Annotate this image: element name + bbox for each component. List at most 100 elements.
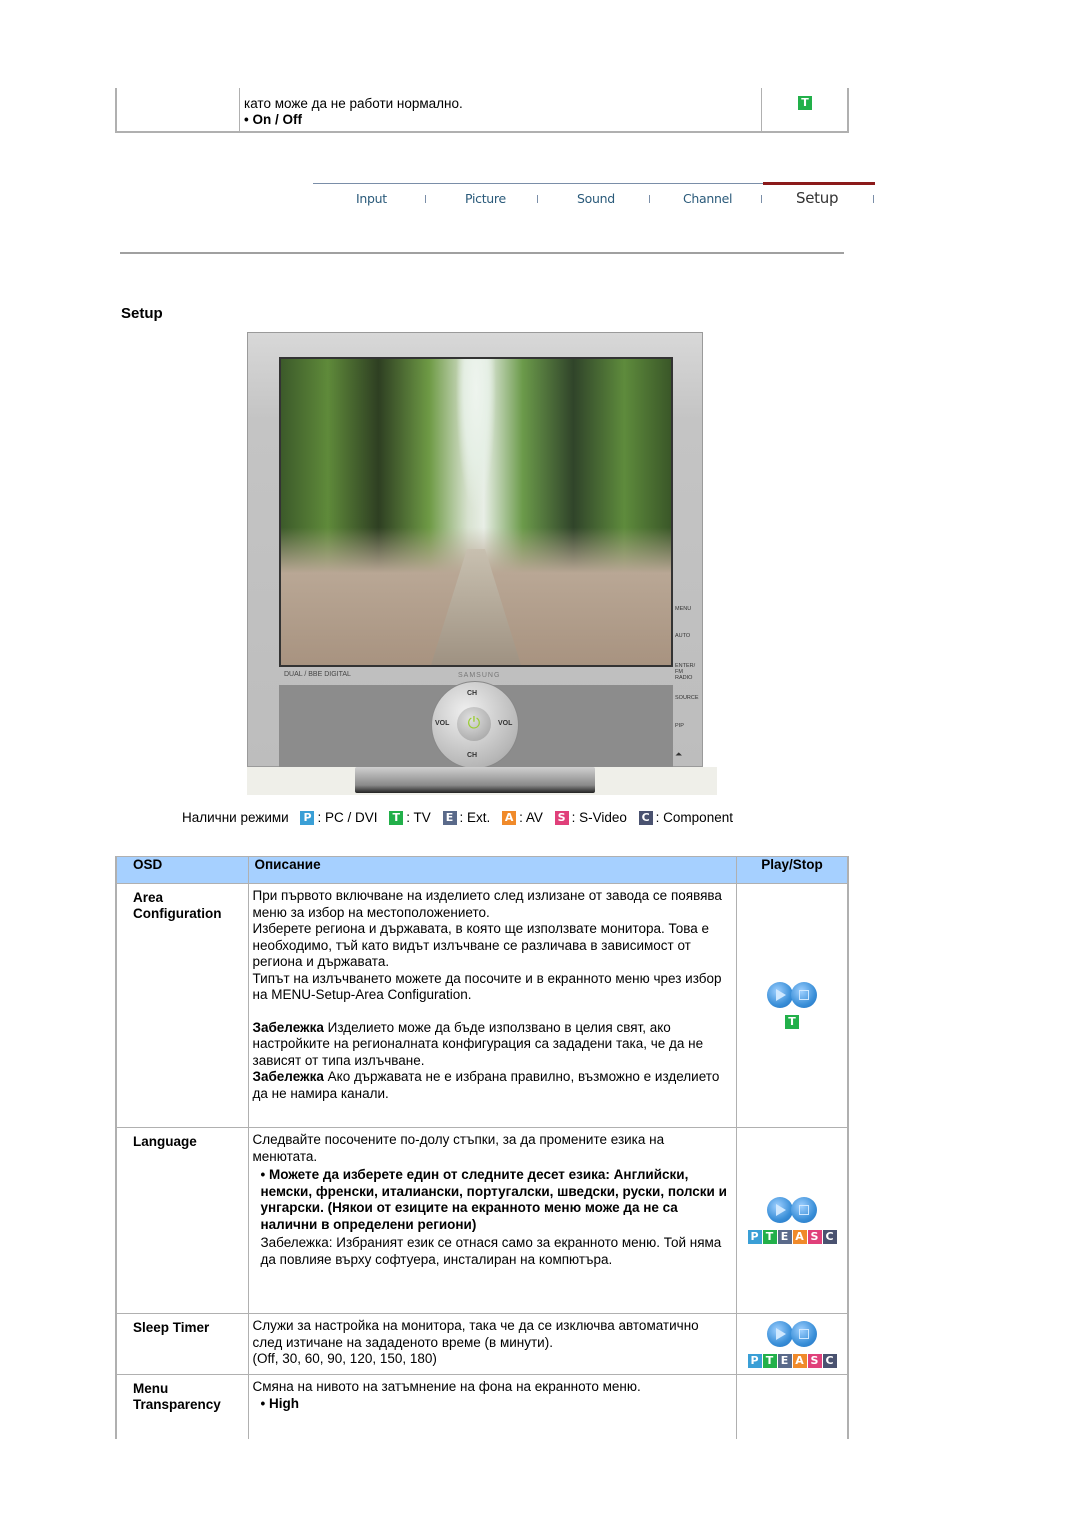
osd-label-line: Menu: [133, 1381, 169, 1396]
playstop-cell: T: [761, 88, 850, 131]
play-button-icon[interactable]: [767, 982, 793, 1008]
enter-fm-radio-button-label[interactable]: ENTER/ FM RADIO: [675, 663, 701, 681]
description: При първото включване на изделието след …: [247, 883, 737, 1128]
note-label: Забележка: [252, 1069, 324, 1084]
playstop-cell: [736, 1374, 849, 1439]
power-icon[interactable]: ⏻: [457, 707, 491, 741]
playstop-cell: T: [736, 883, 849, 1128]
description: Служи за настройка на монитора, така че …: [247, 1313, 737, 1375]
osd-label: Language: [115, 1127, 249, 1314]
tv-mode-icon: T: [762, 1230, 777, 1244]
tab-input[interactable]: Input: [356, 191, 387, 206]
tab-sound[interactable]: Sound: [577, 191, 615, 206]
control-wheel[interactable]: CH CH VOL VOL ⏻: [431, 681, 519, 769]
pc-mode-icon: P: [747, 1230, 762, 1244]
note-text: Забележка: Избраният език се отнася само…: [260, 1235, 722, 1267]
svideo-mode-icon: S: [807, 1230, 822, 1244]
playstop-cell: P T E A S C: [736, 1313, 849, 1375]
tab-separator: [649, 195, 650, 203]
osd-label-line: Area: [133, 890, 164, 905]
av-mode-icon: A: [792, 1353, 807, 1368]
language-list: • Можете да изберете един от следните де…: [260, 1167, 727, 1232]
description-text: Типът на излъчването можете да посочите …: [252, 970, 722, 1003]
ch-down-label: CH: [467, 752, 478, 759]
play-button-icon[interactable]: [767, 1320, 793, 1347]
mode-name: : S-Video: [571, 810, 627, 825]
component-mode-icon: C: [822, 1353, 837, 1368]
stop-button-icon[interactable]: [791, 1197, 817, 1223]
mode-name: : Component: [655, 810, 733, 825]
osd-label-line: Transparency: [133, 1397, 221, 1412]
monitor-stand: [355, 767, 595, 793]
section-title: Setup: [121, 305, 163, 322]
svideo-mode-icon: S: [807, 1353, 822, 1368]
pc-mode-icon: P: [300, 811, 315, 826]
osd-label-line: Language: [133, 1134, 197, 1149]
stop-button-icon[interactable]: [791, 1320, 817, 1347]
play-button-icon[interactable]: [767, 1197, 793, 1223]
brand-logo: SAMSUNG: [458, 672, 501, 679]
component-mode-icon: C: [822, 1230, 837, 1244]
tab-setup[interactable]: Setup: [796, 189, 838, 207]
mode-name: : Ext.: [459, 810, 491, 825]
mode-name: : AV: [519, 810, 543, 825]
table-row-sleep-timer: Sleep Timer Служи за настройка на монито…: [115, 1313, 849, 1375]
tv-mode-icon: T: [762, 1353, 777, 1368]
source-button-label[interactable]: SOURCE: [675, 695, 699, 701]
av-mode-icon: A: [792, 1230, 807, 1244]
option-high: • High: [260, 1395, 299, 1411]
ext-mode-icon: E: [442, 811, 457, 826]
tv-mode-icon: T: [785, 1015, 799, 1029]
description-text: Служи за настройка на монитора, така че …: [252, 1318, 699, 1350]
tab-picture[interactable]: Picture: [465, 191, 506, 206]
description: Смяна на нивото на затъмнение на фона на…: [247, 1374, 737, 1439]
side-buttons: MENU AUTO ENTER/ FM RADIO SOURCE PIP ⏶: [675, 603, 705, 763]
svideo-mode-icon: S: [554, 811, 569, 826]
divider: [120, 252, 844, 254]
table-row-area-configuration: Area Configuration При първото включване…: [115, 883, 849, 1128]
description-text: Изберете региона и държавата, в която ще…: [252, 921, 710, 969]
description-text: При първото включване на изделието след …: [252, 888, 722, 920]
table-row-language: Language Следвайте посочените по-долу ст…: [115, 1127, 849, 1314]
sleep-timer-options: (Off, 30, 60, 90, 120, 150, 180): [252, 1351, 437, 1366]
description: Следвайте посочените по-долу стъпки, за …: [247, 1127, 737, 1314]
tab-separator: [761, 195, 762, 203]
pip-button-label[interactable]: PIP: [675, 723, 684, 729]
header-playstop: Play/Stop: [736, 856, 849, 884]
ext-mode-icon: E: [777, 1353, 792, 1368]
osd-table: OSD Описание Play/Stop Area Configuratio…: [115, 856, 849, 1439]
description-text: Смяна на нивото на затъмнение на фона на…: [252, 1379, 641, 1394]
tv-mode-icon: T: [798, 96, 812, 110]
tab-channel[interactable]: Channel: [683, 191, 733, 206]
active-tab-indicator: [763, 182, 875, 185]
description-cell: като може да не работи нормално. • On / …: [240, 88, 760, 131]
tab-separator: [425, 195, 426, 203]
description-text: като може да не работи нормално.: [244, 96, 463, 111]
vol-plus-label: VOL: [498, 720, 513, 727]
note: Забележка Изделието може да бъде използв…: [253, 1020, 733, 1070]
previous-table-row: като може да не работи нормално. • On / …: [115, 88, 849, 133]
ch-up-label: CH: [467, 690, 478, 697]
av-mode-icon: A: [502, 811, 517, 826]
audio-logos: DUAL / BBE DIGITAL: [284, 671, 351, 678]
description-text: Следвайте посочените по-долу стъпки, за …: [252, 1132, 665, 1164]
menu-button-label[interactable]: MENU: [675, 606, 691, 612]
power-side-icon[interactable]: ⏶: [675, 749, 682, 760]
ext-mode-icon: E: [777, 1230, 792, 1244]
pc-mode-icon: P: [747, 1353, 762, 1368]
option-on-off: • On / Off: [244, 112, 302, 127]
tab-separator: [873, 195, 874, 203]
garden-path: [431, 549, 521, 665]
section-nav: Input Picture Sound Channel Setup: [313, 182, 875, 214]
osd-label: Area Configuration: [115, 883, 249, 1128]
table-header: OSD Описание Play/Stop: [115, 856, 849, 884]
osd-label: Menu Transparency: [115, 1374, 249, 1439]
auto-button-label[interactable]: AUTO: [675, 633, 690, 639]
mode-name: : PC / DVI: [317, 810, 378, 825]
stop-button-icon[interactable]: [791, 982, 817, 1008]
mode-name: : TV: [406, 810, 431, 825]
osd-label: Sleep Timer: [115, 1313, 249, 1375]
osd-label-line: Sleep Timer: [133, 1320, 210, 1335]
osd-label-line: Configuration: [133, 906, 222, 921]
tab-separator: [537, 195, 538, 203]
